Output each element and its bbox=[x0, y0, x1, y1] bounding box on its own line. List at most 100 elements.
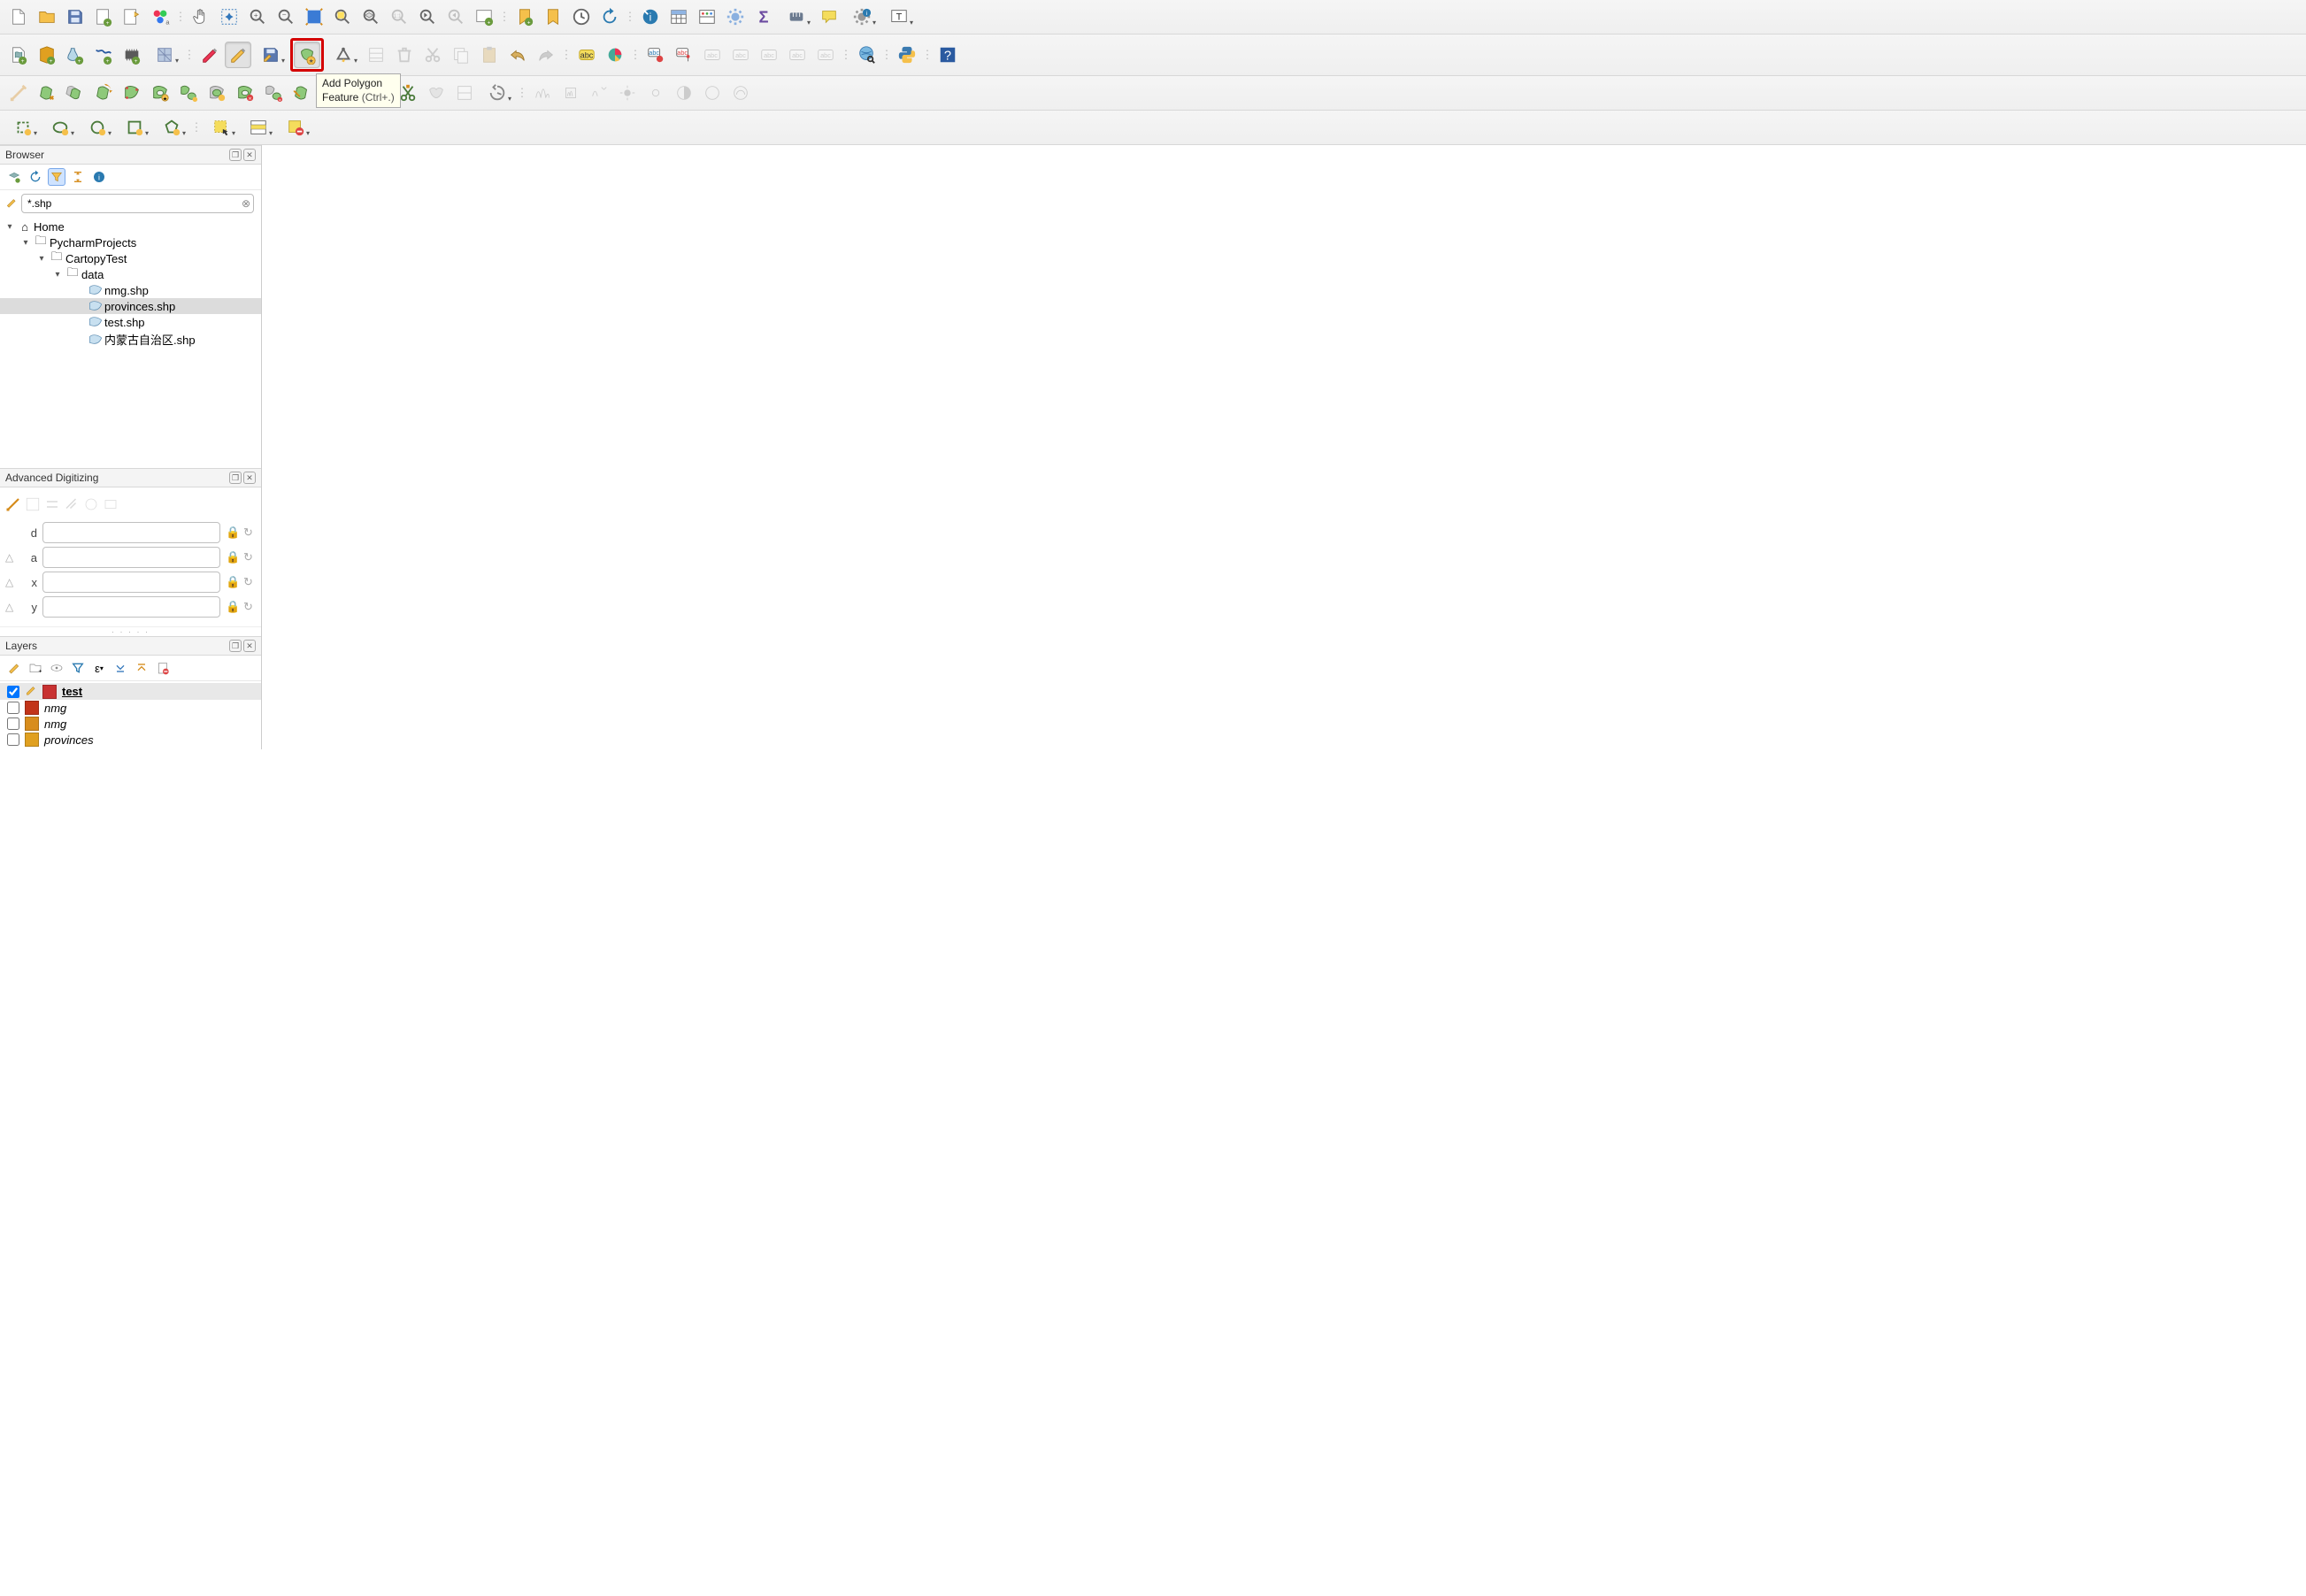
zoom-full-button[interactable] bbox=[301, 4, 327, 30]
zoom-last-button[interactable] bbox=[414, 4, 441, 30]
layer-name[interactable]: nmg bbox=[44, 702, 66, 715]
tree-label[interactable]: nmg.shp bbox=[104, 284, 149, 297]
y-input[interactable] bbox=[42, 596, 220, 618]
move-feature-button[interactable] bbox=[34, 80, 60, 106]
panel-close-icon[interactable]: ✕ bbox=[243, 640, 256, 652]
attribute-table-button[interactable] bbox=[665, 4, 692, 30]
rotate-point-symbols-button[interactable] bbox=[480, 80, 515, 106]
tree-label[interactable]: data bbox=[81, 268, 104, 281]
layer-visibility-checkbox[interactable] bbox=[7, 686, 19, 698]
new-memory-layer-button[interactable]: + bbox=[119, 42, 145, 68]
zoom-in-button[interactable]: + bbox=[244, 4, 271, 30]
identify-button[interactable]: i bbox=[637, 4, 664, 30]
deselect-all-button[interactable] bbox=[278, 114, 313, 141]
copy-move-feature-button[interactable] bbox=[62, 80, 88, 106]
layer-name[interactable]: test bbox=[62, 685, 82, 698]
continuous-icon[interactable]: ↻ bbox=[243, 526, 256, 540]
collapse-all-icon[interactable] bbox=[133, 659, 150, 677]
continuous-icon[interactable]: ↻ bbox=[243, 550, 256, 564]
tree-expander[interactable]: ▾ bbox=[51, 270, 64, 280]
panel-float-icon[interactable]: ❐ bbox=[229, 472, 242, 484]
vector-tool-5[interactable] bbox=[154, 114, 189, 141]
new-map-view-button[interactable]: + bbox=[471, 4, 497, 30]
highlight-pinned-labels-button[interactable]: abc bbox=[642, 42, 669, 68]
refresh-icon[interactable] bbox=[27, 168, 44, 186]
new-print-layout-button[interactable]: + bbox=[90, 4, 117, 30]
tree-expander[interactable]: ▾ bbox=[4, 222, 16, 232]
vertex-tool-button[interactable] bbox=[326, 42, 361, 68]
properties-icon[interactable]: i bbox=[90, 168, 108, 186]
delete-part-button[interactable]: × bbox=[260, 80, 287, 106]
new-bookmark-button[interactable]: + bbox=[511, 4, 538, 30]
text-annotation-button[interactable]: T bbox=[881, 4, 917, 30]
layout-manager-button[interactable] bbox=[119, 4, 145, 30]
remove-layer-icon[interactable] bbox=[154, 659, 172, 677]
layer-name[interactable]: nmg bbox=[44, 717, 66, 731]
metasearch-button[interactable] bbox=[853, 42, 880, 68]
add-ring-button[interactable]: ★ bbox=[147, 80, 173, 106]
manage-themes-icon[interactable] bbox=[48, 659, 65, 677]
vector-tool-4[interactable] bbox=[117, 114, 152, 141]
layer-row[interactable]: nmg bbox=[0, 716, 261, 732]
zoom-to-layer-button[interactable] bbox=[357, 4, 384, 30]
tree-label[interactable]: CartopyTest bbox=[65, 252, 127, 265]
select-by-value-button[interactable] bbox=[241, 114, 276, 141]
new-spatialite-button[interactable]: + bbox=[62, 42, 88, 68]
layer-row[interactable]: provinces bbox=[0, 732, 261, 748]
continuous-icon[interactable]: ↻ bbox=[243, 575, 256, 589]
layers-list[interactable]: testnmgnmgprovinces bbox=[0, 681, 261, 749]
pan-map-button[interactable] bbox=[188, 4, 214, 30]
layer-row[interactable]: test bbox=[0, 683, 261, 700]
expand-all-icon[interactable] bbox=[111, 659, 129, 677]
tree-label[interactable]: PycharmProjects bbox=[50, 236, 136, 249]
layer-visibility-checkbox[interactable] bbox=[7, 702, 19, 714]
fill-ring-button[interactable] bbox=[204, 80, 230, 106]
show-bookmarks-button[interactable] bbox=[540, 4, 566, 30]
field-calculator-button[interactable] bbox=[694, 4, 720, 30]
undo-button[interactable] bbox=[504, 42, 531, 68]
help-button[interactable]: ? bbox=[934, 42, 961, 68]
distance-input[interactable] bbox=[42, 522, 220, 543]
measure-button[interactable] bbox=[779, 4, 814, 30]
layer-labeling-button[interactable]: abc bbox=[573, 42, 600, 68]
annotation-button[interactable]: i bbox=[844, 4, 880, 30]
lock-icon[interactable]: 🔒 bbox=[226, 526, 238, 540]
style-manager-button[interactable]: a bbox=[147, 4, 173, 30]
select-features-button[interactable] bbox=[204, 114, 239, 141]
refresh-button[interactable] bbox=[596, 4, 623, 30]
zoom-out-button[interactable]: − bbox=[273, 4, 299, 30]
tree-expander[interactable]: ▾ bbox=[19, 238, 32, 248]
new-project-button[interactable] bbox=[5, 4, 32, 30]
layer-diagram-button[interactable] bbox=[602, 42, 628, 68]
save-edits-button[interactable] bbox=[253, 42, 288, 68]
tree-label[interactable]: test.shp bbox=[104, 316, 145, 329]
tree-expander[interactable]: ▾ bbox=[35, 254, 48, 264]
panel-float-icon[interactable]: ❐ bbox=[229, 149, 242, 161]
map-canvas[interactable] bbox=[262, 145, 2306, 749]
layer-visibility-checkbox[interactable] bbox=[7, 717, 19, 730]
save-project-button[interactable] bbox=[62, 4, 88, 30]
vector-tool-1[interactable] bbox=[5, 114, 41, 141]
filter-expression-icon[interactable]: ε▾ bbox=[90, 659, 108, 677]
open-project-button[interactable] bbox=[34, 4, 60, 30]
vector-tool-2[interactable] bbox=[42, 114, 78, 141]
tree-label[interactable]: Home bbox=[34, 220, 65, 234]
statistics-button[interactable]: Σ bbox=[750, 4, 777, 30]
panel-close-icon[interactable]: ✕ bbox=[243, 149, 256, 161]
toolbox-button[interactable] bbox=[722, 4, 749, 30]
python-console-button[interactable] bbox=[894, 42, 920, 68]
new-virtual-layer-button[interactable]: + bbox=[90, 42, 117, 68]
new-mesh-layer-button[interactable] bbox=[147, 42, 182, 68]
current-edits-button[interactable] bbox=[196, 42, 223, 68]
add-group-icon[interactable]: + bbox=[27, 659, 44, 677]
filter-legend-icon[interactable] bbox=[69, 659, 87, 677]
clear-filter-icon[interactable]: ⊗ bbox=[236, 197, 256, 210]
tree-label[interactable]: 内蒙古自治区.shp bbox=[104, 331, 196, 348]
panel-close-icon[interactable]: ✕ bbox=[243, 472, 256, 484]
lock-icon[interactable]: 🔒 bbox=[226, 575, 238, 589]
zoom-to-selection-button[interactable] bbox=[329, 4, 356, 30]
map-tips-button[interactable] bbox=[816, 4, 842, 30]
new-shapefile-button[interactable]: + bbox=[5, 42, 32, 68]
lock-icon[interactable]: 🔒 bbox=[226, 600, 238, 614]
new-geopackage-button[interactable]: + bbox=[34, 42, 60, 68]
